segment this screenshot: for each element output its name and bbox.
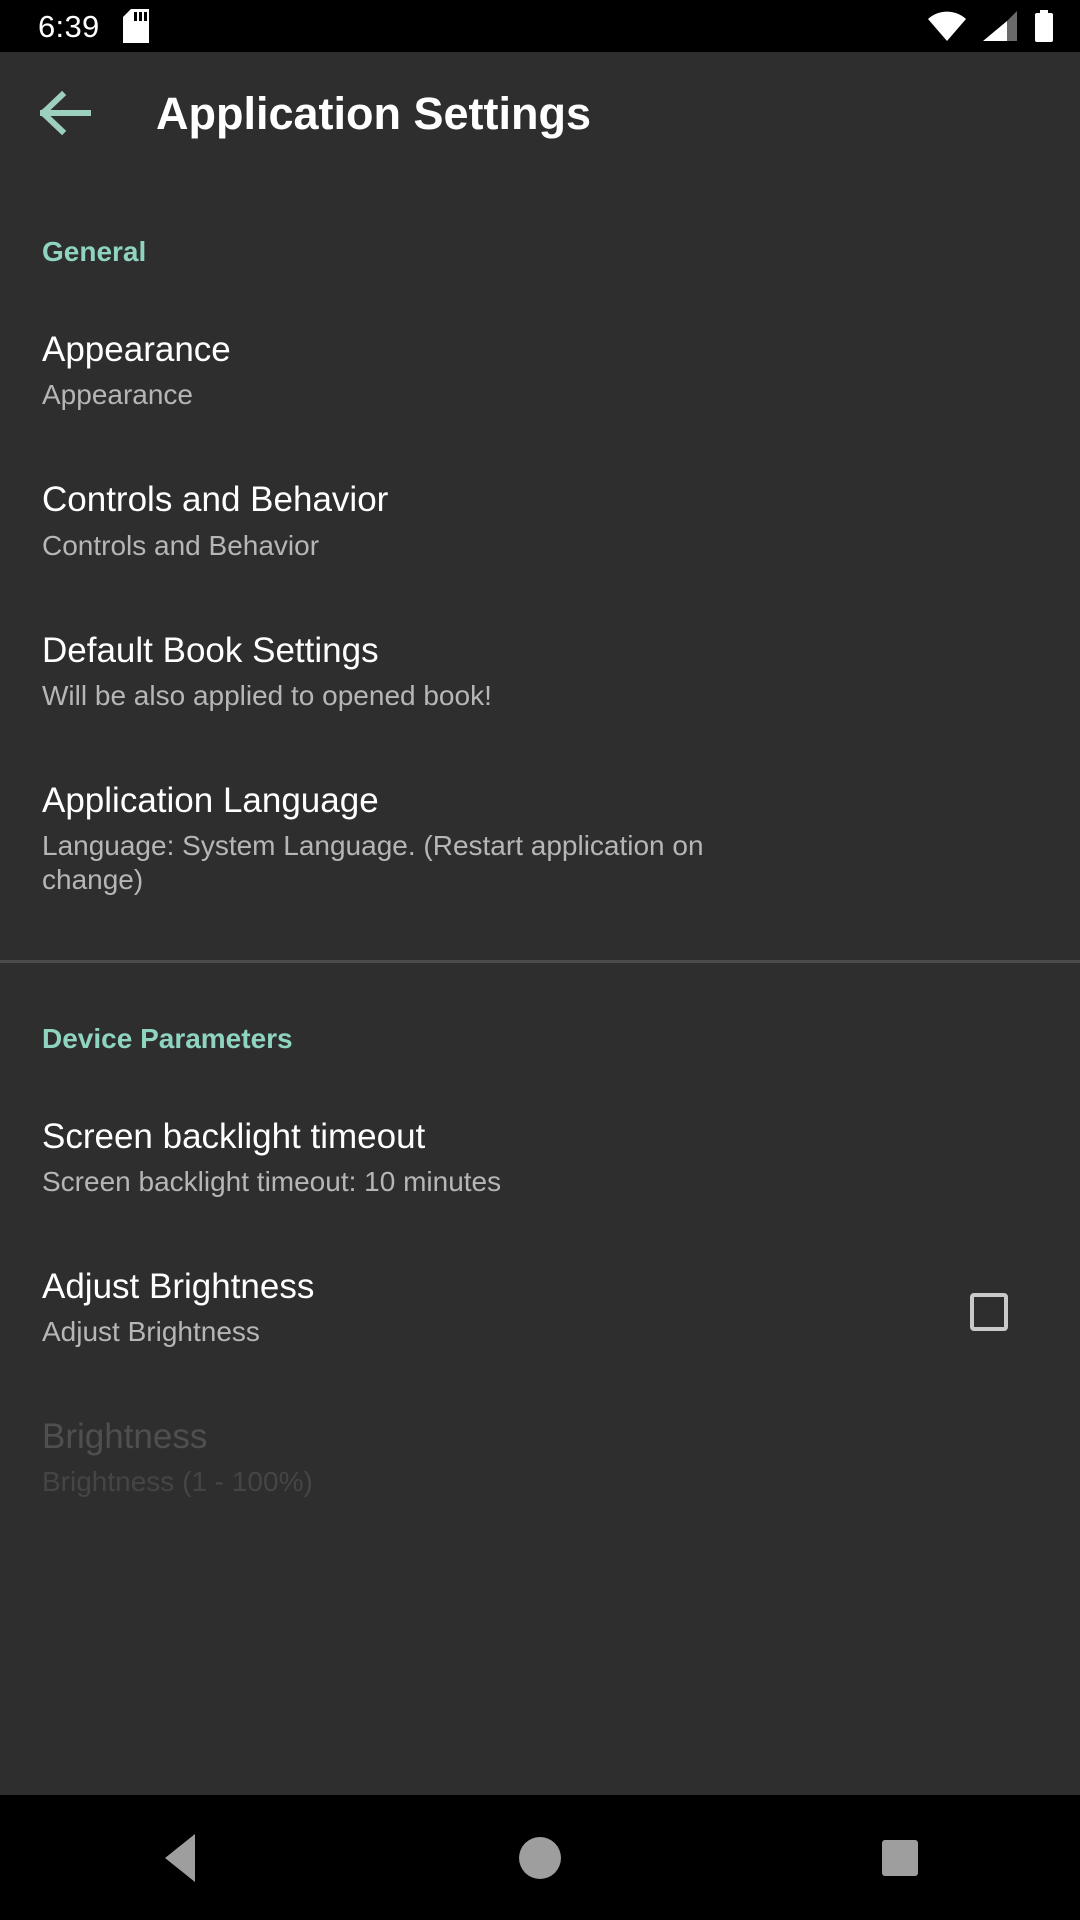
status-bar-notification-icons [122, 9, 149, 43]
pref-item-default-book-settings[interactable]: Default Book Settings Will be also appli… [0, 631, 1080, 713]
pref-title: Appearance [42, 330, 231, 369]
pref-summary: Screen backlight timeout: 10 minutes [42, 1165, 502, 1197]
pref-text: Default Book Settings Will be also appli… [42, 631, 1038, 713]
pref-title: Adjust Brightness [42, 1266, 315, 1306]
pref-text: Brightness Brightness (1 - 100%) [42, 1417, 1038, 1499]
pref-text: Application Language Language: System La… [42, 781, 1038, 898]
pref-title: Brightness [42, 1417, 208, 1457]
adjust-brightness-checkbox[interactable] [970, 1292, 1008, 1331]
pref-summary: Brightness (1 - 100%) [42, 1466, 313, 1498]
pref-item-appearance[interactable]: Appearance Appearance [0, 330, 1080, 412]
pref-title: Controls and Behavior [42, 480, 389, 520]
nav-recents-button[interactable] [825, 1795, 975, 1920]
settings-list[interactable]: General Appearance Appearance Controls a… [0, 174, 1080, 1920]
pref-text: Controls and Behavior Controls and Behav… [42, 480, 1038, 562]
page-title: Application Settings [156, 87, 592, 139]
system-navigation-bar [0, 1795, 1080, 1920]
pref-summary: Appearance [42, 379, 194, 411]
wifi-icon [928, 11, 966, 41]
status-bar: 6:39 [0, 0, 1080, 52]
nav-back-button[interactable] [105, 1795, 255, 1920]
pref-text: Appearance Appearance [42, 330, 1038, 412]
pref-summary: Adjust Brightness [42, 1316, 260, 1348]
status-bar-clock: 6:39 [38, 8, 100, 44]
pref-item-screen-backlight-timeout[interactable]: Screen backlight timeout Screen backligh… [0, 1117, 1080, 1199]
battery-icon [1035, 10, 1053, 42]
pref-summary: Language: System Language. (Restart appl… [42, 830, 704, 896]
pref-item-application-language[interactable]: Application Language Language: System La… [0, 781, 1080, 898]
phone-screen: 6:39 Application Settings General Appear… [0, 0, 1080, 1920]
pref-title: Default Book Settings [42, 630, 379, 670]
section-header-general: General [42, 236, 147, 267]
sd-card-icon [122, 9, 149, 43]
nav-back-icon [165, 1833, 195, 1882]
section-header-device-parameters: Device Parameters [42, 1022, 293, 1054]
app-bar: Application Settings [0, 52, 1080, 174]
pref-item-controls-and-behavior[interactable]: Controls and Behavior Controls and Behav… [0, 480, 1080, 562]
pref-text: Adjust Brightness Adjust Brightness [42, 1267, 970, 1349]
pref-item-adjust-brightness[interactable]: Adjust Brightness Adjust Brightness [0, 1267, 1080, 1349]
nav-home-icon [519, 1836, 561, 1879]
nav-home-button[interactable] [465, 1795, 615, 1920]
back-arrow-icon [40, 91, 91, 135]
pref-summary: Controls and Behavior [42, 529, 320, 561]
pref-title: Application Language [42, 781, 379, 821]
cellular-signal-icon [983, 11, 1017, 41]
back-button[interactable] [36, 83, 96, 143]
pref-summary: Will be also applied to opened book! [42, 679, 492, 711]
status-bar-system-icons [928, 10, 1054, 42]
pref-text: Screen backlight timeout Screen backligh… [42, 1117, 1038, 1199]
nav-recents-icon [882, 1839, 918, 1876]
pref-title: Screen backlight timeout [42, 1116, 426, 1156]
pref-item-brightness[interactable]: Brightness Brightness (1 - 100%) [0, 1417, 1080, 1499]
